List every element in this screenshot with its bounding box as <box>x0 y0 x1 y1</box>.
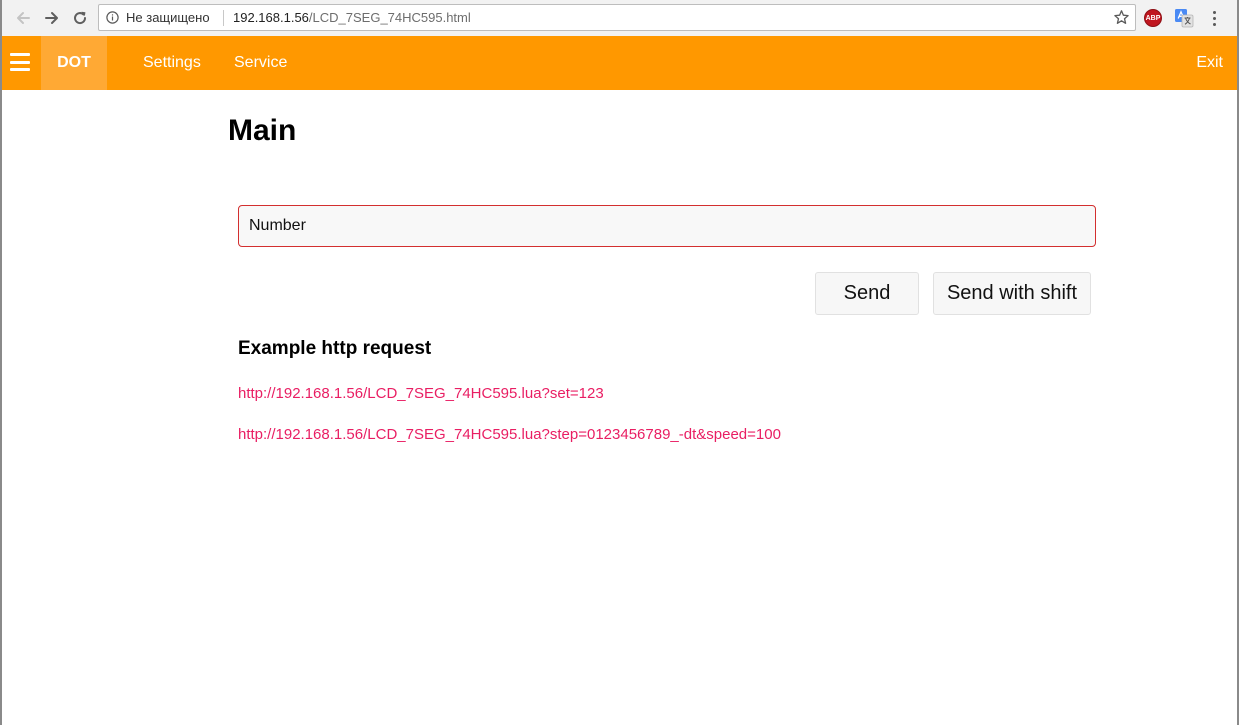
nav-item-service[interactable]: Service <box>234 36 287 90</box>
example-link-set[interactable]: http://192.168.1.56/LCD_7SEG_74HC595.lua… <box>238 385 604 402</box>
nav-brand-dot[interactable]: DOT <box>41 36 107 90</box>
arrow-left-icon <box>15 10 31 26</box>
send-button[interactable]: Send <box>815 272 919 315</box>
browser-menu-icon[interactable] <box>1208 8 1220 28</box>
hamburger-menu-icon[interactable] <box>10 53 30 71</box>
reload-icon <box>72 10 88 26</box>
page-title: Main <box>228 114 297 147</box>
send-with-shift-button[interactable]: Send with shift <box>933 272 1091 315</box>
example-link-step[interactable]: http://192.168.1.56/LCD_7SEG_74HC595.lua… <box>238 426 781 443</box>
nav-item-settings[interactable]: Settings <box>143 36 201 90</box>
nav-item-exit[interactable]: Exit <box>1196 36 1223 90</box>
app-navbar: DOT Settings Service Exit <box>2 36 1237 90</box>
number-input[interactable] <box>238 205 1096 247</box>
back-button[interactable] <box>11 6 35 30</box>
bookmark-star-icon[interactable] <box>1113 9 1130 26</box>
adblock-extension-icon[interactable]: ABP <box>1144 9 1162 27</box>
address-separator <box>223 10 224 26</box>
url-host: 192.168.1.56 <box>233 10 309 25</box>
arrow-right-icon <box>44 10 60 26</box>
url-path: /LCD_7SEG_74HC595.html <box>308 10 471 25</box>
security-status[interactable]: Не защищено <box>126 10 210 25</box>
url-text[interactable]: 192.168.1.56/LCD_7SEG_74HC595.html <box>233 10 471 25</box>
reload-button[interactable] <box>68 6 92 30</box>
address-bar[interactable]: Не защищено 192.168.1.56/LCD_7SEG_74HC59… <box>98 4 1136 31</box>
example-heading: Example http request <box>238 338 432 359</box>
info-icon[interactable] <box>106 11 119 24</box>
browser-toolbar: Не защищено 192.168.1.56/LCD_7SEG_74HC59… <box>2 0 1237 37</box>
browser-window: Не защищено 192.168.1.56/LCD_7SEG_74HC59… <box>0 0 1239 725</box>
translate-extension-icon[interactable] <box>1174 8 1194 28</box>
forward-button[interactable] <box>40 6 64 30</box>
